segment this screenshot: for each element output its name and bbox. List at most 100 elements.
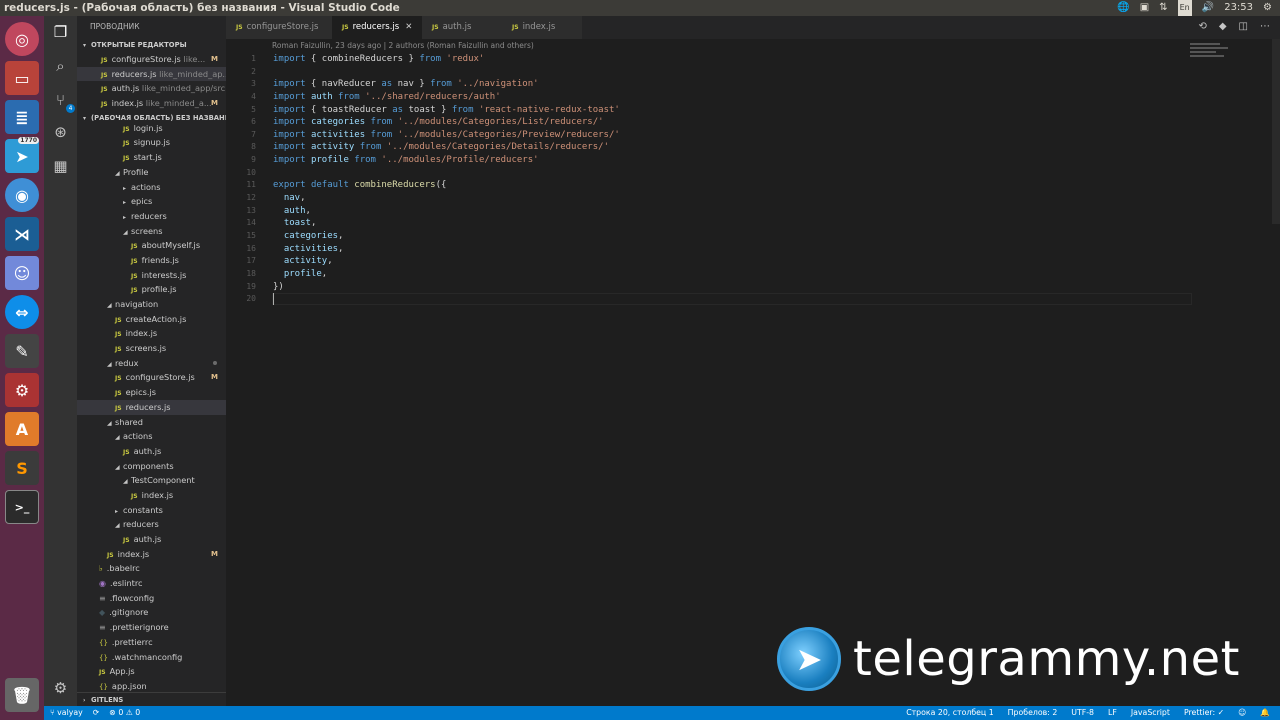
code-line[interactable]: 11 export default combineReducers({ <box>226 179 620 192</box>
volume-icon[interactable]: 🔊 <box>1202 0 1214 16</box>
code-line[interactable]: 4 import auth from '../shared/reducers/au… <box>226 91 620 104</box>
tree-file[interactable]: ◆ .gitignore <box>77 605 226 620</box>
feedback-icon[interactable]: ☺ <box>1238 706 1246 720</box>
gitlens-section[interactable]: › GITLENS <box>77 692 226 706</box>
tree-folder[interactable]: ◢ redux <box>77 356 226 371</box>
code-line[interactable]: 7 import activities from '../modules/Cate… <box>226 129 620 142</box>
sync-icon[interactable]: ⟳ <box>93 706 100 720</box>
clock[interactable]: 23:53 <box>1224 0 1253 16</box>
tree-file[interactable]: JS App.js <box>77 664 226 679</box>
code-line[interactable]: 15 categories, <box>226 230 620 243</box>
keyboard-layout[interactable]: En <box>1177 0 1192 16</box>
minimap[interactable] <box>1190 41 1230 65</box>
tree-file[interactable]: ♭ .babelrc <box>77 561 226 576</box>
code-line[interactable]: 5 import { toastReducer as toast } from '… <box>226 104 620 117</box>
tree-folder[interactable]: ◢ reducers <box>77 517 226 532</box>
code-line[interactable]: 3 import { navReducer as nav } from '../n… <box>226 78 620 91</box>
tree-file[interactable]: JS aboutMyself.js <box>77 238 226 253</box>
tree-folder[interactable]: ▸ reducers <box>77 209 226 224</box>
code-editor[interactable]: Roman Faizullin, 23 days ago | 2 authors… <box>226 39 1280 706</box>
language-mode[interactable]: JavaScript <box>1131 706 1170 720</box>
explorer-icon[interactable]: ❐ <box>50 22 71 43</box>
code-line[interactable]: 8 import activity from '../modules/Catego… <box>226 141 620 154</box>
tree-folder[interactable]: ◢ Profile <box>77 165 226 180</box>
telegram-icon[interactable]: ➤ 1770 <box>5 137 39 173</box>
teamviewer-icon[interactable]: ⇔ <box>5 295 39 329</box>
gitlens-icon[interactable]: ◆ <box>1219 21 1227 32</box>
tree-file[interactable]: ≡ .prettierignore <box>77 620 226 635</box>
tree-file[interactable]: JS reducers.js <box>77 399 226 415</box>
gear-icon[interactable]: ⚙ <box>1263 0 1272 16</box>
tree-file[interactable]: JS index.js M <box>77 547 226 562</box>
code-line[interactable]: 9 import profile from '../modules/Profile… <box>226 154 620 167</box>
tree-file[interactable]: {} .prettierrc <box>77 635 226 650</box>
trash-icon[interactable]: 🗑 <box>5 678 39 712</box>
tree-folder[interactable]: ◢ navigation <box>77 297 226 312</box>
encoding[interactable]: UTF-8 <box>1071 706 1094 720</box>
vscode-icon[interactable]: ⋊ <box>5 217 39 251</box>
split-editor-icon[interactable]: ◫ <box>1239 21 1248 32</box>
tab-auth-js[interactable]: JS auth.js <box>422 16 502 39</box>
more-actions-icon[interactable]: ⋯ <box>1260 21 1270 32</box>
tree-folder[interactable]: ◢ components <box>77 459 226 474</box>
tree-file[interactable]: ≡ .flowconfig <box>77 591 226 606</box>
network-icon[interactable]: ⇅ <box>1159 0 1167 16</box>
tree-file[interactable]: JS signup.js <box>77 135 226 150</box>
code-line[interactable]: 10 <box>226 167 620 180</box>
open-editors-section[interactable]: ▾ ОТКРЫТЫЕ РЕДАКТОРЫ <box>77 38 226 52</box>
code-line[interactable]: 2 <box>226 66 620 79</box>
tree-folder[interactable]: ◢ screens <box>77 224 226 239</box>
tree-folder[interactable]: ▸ actions <box>77 180 226 195</box>
tab-index-js[interactable]: JS index.js <box>502 16 582 39</box>
open-editor-item[interactable]: JS index.js like_minded_a... M <box>77 96 226 111</box>
debug-icon[interactable]: ⊛ <box>50 122 71 143</box>
code-line[interactable]: 6 import categories from '../modules/Cate… <box>226 116 620 129</box>
tree-folder[interactable]: ◢ TestComponent <box>77 473 226 488</box>
open-editor-item[interactable]: JS auth.js like_minded_app/src... <box>77 81 226 96</box>
code-line[interactable]: 1 import { combineReducers } from 'redux' <box>226 53 620 66</box>
tree-folder[interactable]: ◢ shared <box>77 415 226 430</box>
tree-file[interactable]: JS screens.js <box>77 341 226 356</box>
code-line[interactable]: 13 auth, <box>226 205 620 218</box>
tree-folder[interactable]: ▸ epics <box>77 194 226 209</box>
code-line[interactable]: 17 activity, <box>226 255 620 268</box>
source-control-icon[interactable]: ⑂ 4 <box>50 90 75 113</box>
prettier-status[interactable]: Prettier: ✓ <box>1184 706 1224 720</box>
software-center-icon[interactable]: A <box>5 412 39 446</box>
close-tab-icon[interactable]: ✕ <box>405 22 412 32</box>
inkscape-icon[interactable]: ✎ <box>5 334 39 368</box>
code-line[interactable]: 18 profile, <box>226 268 620 281</box>
text-editor-icon[interactable]: ≣ <box>5 100 39 134</box>
code-line[interactable]: 14 toast, <box>226 217 620 230</box>
code-line[interactable]: 16 activities, <box>226 243 620 256</box>
branch-indicator[interactable]: ⑂ valyay <box>50 706 83 720</box>
open-editor-item[interactable]: JS reducers.js like_minded_ap... <box>77 66 226 82</box>
tree-file[interactable]: JS auth.js <box>77 532 226 547</box>
sublime-text-icon[interactable]: S <box>5 451 39 485</box>
discord-icon[interactable]: ☺ <box>5 256 39 290</box>
vpn-icon[interactable]: 🌐 <box>1117 0 1129 16</box>
tree-folder[interactable]: ◢ actions <box>77 429 226 444</box>
chromium-icon[interactable]: ◉ <box>5 178 39 212</box>
extensions-icon[interactable]: ▦ <box>50 156 71 177</box>
problems-indicator[interactable]: ⊗ 0 ⚠ 0 <box>109 706 140 720</box>
notifications-icon[interactable]: 🔔 <box>1260 706 1270 720</box>
tree-file[interactable]: JS index.js <box>77 326 226 341</box>
line-ending[interactable]: LF <box>1108 706 1117 720</box>
tree-file[interactable]: JS createAction.js <box>77 312 226 327</box>
tree-file[interactable]: JS index.js <box>77 488 226 503</box>
editor-scrollbar[interactable] <box>1272 39 1280 224</box>
cursor-position[interactable]: Строка 20, столбец 1 <box>906 706 993 720</box>
ubuntu-dash-icon[interactable]: ◎ <box>5 22 39 56</box>
code-line[interactable]: 19}) <box>226 281 620 294</box>
tree-file[interactable]: JS friends.js <box>77 253 226 268</box>
tree-file[interactable]: JS interests.js <box>77 268 226 283</box>
terminal-icon[interactable]: >_ <box>5 490 39 524</box>
tree-file[interactable]: JS epics.js <box>77 385 226 400</box>
code-lines[interactable]: 1 import { combineReducers } from 'redux'… <box>226 53 620 306</box>
files-icon[interactable]: ▭ <box>5 61 39 95</box>
tab-configurestore-js[interactable]: JS configureStore.js <box>226 16 332 39</box>
dropbox-icon[interactable]: ▣ <box>1140 0 1149 16</box>
manage-gear-icon[interactable]: ⚙ <box>50 678 71 699</box>
indentation[interactable]: Пробелов: 2 <box>1008 706 1058 720</box>
